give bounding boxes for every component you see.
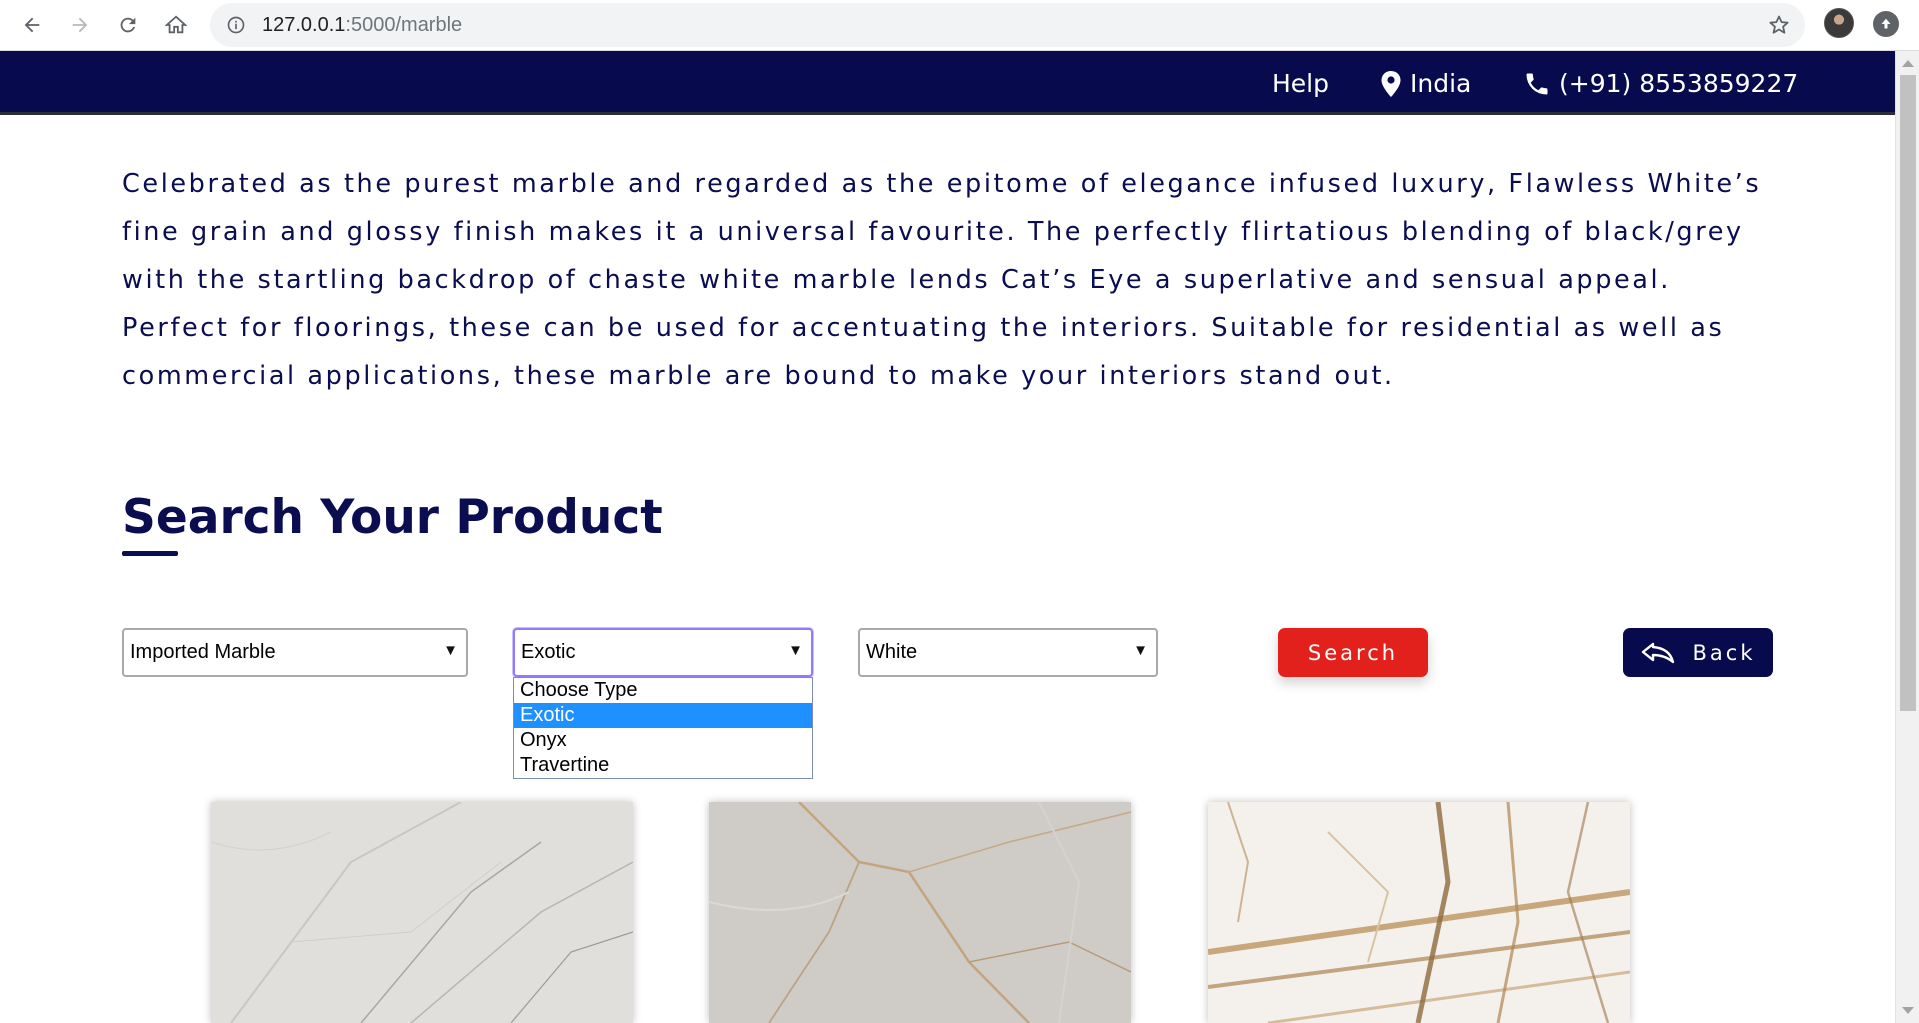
type-dropdown-list: Choose Type Exotic Onyx Travertine (513, 677, 813, 779)
product-tile[interactable] (1208, 802, 1630, 1023)
color-select[interactable]: White ▼ (858, 628, 1158, 677)
category-select[interactable]: Imported Marble ▼ (122, 628, 468, 677)
scroll-thumb[interactable] (1900, 75, 1916, 711)
help-label: Help (1272, 69, 1329, 98)
dropdown-option-travertine[interactable]: Travertine (514, 753, 812, 778)
bookmark-star-icon[interactable] (1767, 13, 1791, 37)
type-select-value: Exotic (521, 641, 576, 663)
marble-tile-image (211, 802, 633, 1023)
marble-tile-image (709, 802, 1131, 1023)
page-title: Search Your Product (122, 490, 663, 545)
phone-icon (1526, 73, 1548, 94)
scroll-down-icon[interactable] (1902, 1007, 1914, 1014)
update-icon[interactable] (1873, 11, 1899, 37)
intro-paragraph: Celebrated as the purest marble and rega… (122, 169, 1762, 391)
address-url[interactable]: 127.0.0.1:5000/marble (262, 14, 462, 37)
dropdown-option-onyx[interactable]: Onyx (514, 728, 812, 753)
location-label: India (1410, 69, 1472, 98)
reload-icon[interactable] (110, 7, 146, 43)
location-link[interactable]: India (1380, 69, 1471, 98)
scroll-up-icon[interactable] (1902, 60, 1914, 67)
type-select[interactable]: Exotic ▼ (513, 628, 813, 677)
reply-arrow-icon (1641, 642, 1674, 663)
map-pin-icon (1381, 70, 1401, 97)
product-tile[interactable] (211, 802, 633, 1023)
dropdown-arrow-icon: ▼ (788, 642, 803, 659)
title-underline (122, 551, 178, 556)
dropdown-arrow-icon: ▼ (1133, 642, 1148, 659)
site-top-bar: Help India (+91) 8553859227 (0, 51, 1895, 115)
marble-tile-image (1208, 802, 1630, 1023)
category-select-value: Imported Marble (130, 641, 276, 663)
phone-link[interactable]: (+91) 8553859227 (1523, 69, 1798, 98)
dropdown-option-choose-type[interactable]: Choose Type (514, 678, 812, 703)
info-icon[interactable] (226, 15, 246, 35)
profile-avatar[interactable] (1824, 8, 1854, 38)
page-scrollbar[interactable] (1895, 51, 1919, 1023)
search-button[interactable]: Search (1278, 628, 1428, 677)
back-arrow-icon[interactable] (14, 7, 50, 43)
home-icon[interactable] (158, 7, 194, 43)
color-select-value: White (866, 641, 918, 663)
phone-label: (+91) 8553859227 (1559, 69, 1799, 98)
help-link[interactable]: Help (1272, 69, 1329, 98)
product-tile[interactable] (709, 802, 1131, 1023)
back-button-label: Back (1692, 640, 1756, 665)
dropdown-option-exotic[interactable]: Exotic (514, 703, 812, 728)
search-button-label: Search (1307, 640, 1399, 665)
address-bar[interactable]: 127.0.0.1:5000/marble (210, 3, 1805, 47)
forward-arrow-icon[interactable] (62, 7, 98, 43)
browser-toolbar: 127.0.0.1:5000/marble (0, 0, 1919, 51)
back-button[interactable]: Back (1623, 628, 1773, 677)
dropdown-arrow-icon: ▼ (443, 642, 458, 659)
